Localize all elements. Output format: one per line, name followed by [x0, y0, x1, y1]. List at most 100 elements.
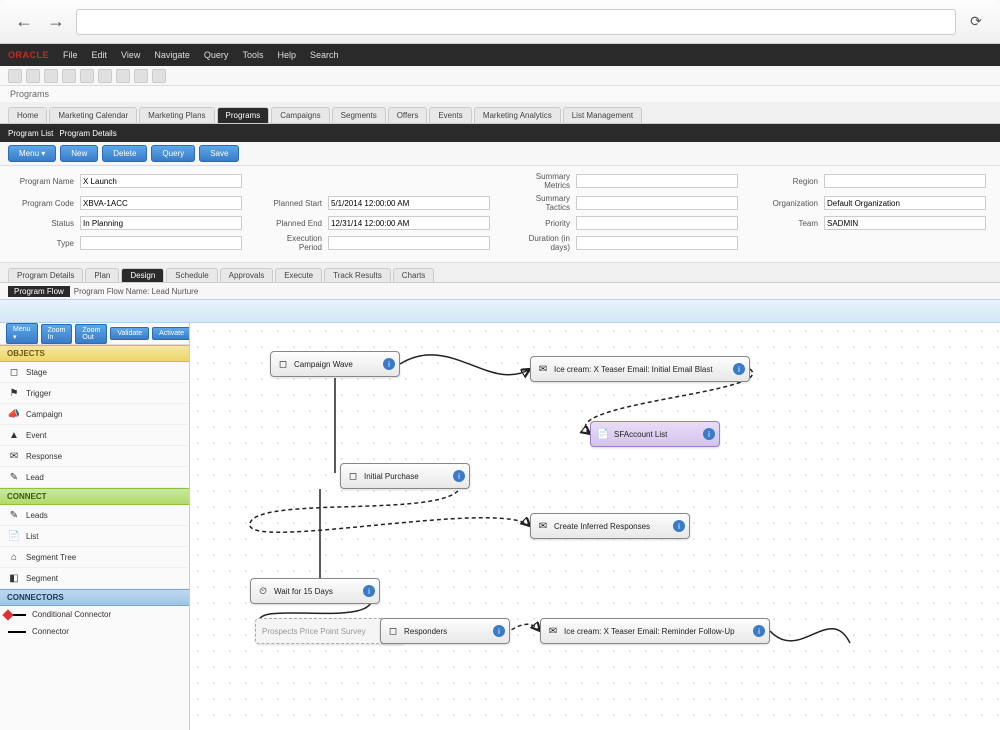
tab-events[interactable]: Events — [429, 107, 471, 123]
menu-edit[interactable]: Edit — [92, 50, 108, 60]
organization-field[interactable] — [824, 196, 986, 210]
validate-button[interactable]: Validate — [110, 327, 149, 340]
info-icon[interactable]: i — [493, 625, 505, 637]
palette-header-connectors[interactable]: CONNECTORS — [0, 589, 189, 606]
menu-view[interactable]: View — [121, 50, 140, 60]
zoom-in-button[interactable]: Zoom In — [41, 324, 73, 344]
breadcrumb-item[interactable]: Program List — [8, 129, 53, 138]
palette-item-event[interactable]: ▲Event — [0, 425, 189, 446]
menu-search[interactable]: Search — [310, 50, 339, 60]
zoom-out-button[interactable]: Zoom Out — [75, 324, 107, 344]
toolbar-icon[interactable] — [44, 69, 58, 83]
url-input[interactable] — [76, 9, 956, 35]
delete-button[interactable]: Delete — [102, 145, 147, 162]
toolbar-icon[interactable] — [152, 69, 166, 83]
legend-conditional-connector[interactable]: Conditional Connector — [0, 606, 189, 623]
palette-item-segment-tree[interactable]: ⌂Segment Tree — [0, 547, 189, 568]
forward-button[interactable]: → — [44, 10, 68, 34]
subtab-program-details[interactable]: Program Details — [8, 268, 83, 282]
connector-icon — [8, 631, 26, 633]
flow-node[interactable]: ◻Respondersi — [380, 618, 510, 644]
menu-file[interactable]: File — [63, 50, 78, 60]
subtab-charts[interactable]: Charts — [393, 268, 435, 282]
info-icon[interactable]: i — [703, 428, 715, 440]
palette-item-segment[interactable]: ◧Segment — [0, 568, 189, 589]
menu-navigate[interactable]: Navigate — [154, 50, 190, 60]
program-name-field[interactable] — [80, 174, 242, 188]
flow-node[interactable]: 📄SFAccount Listi — [590, 421, 720, 447]
query-button[interactable]: Query — [151, 145, 195, 162]
activate-button[interactable]: Activate — [152, 327, 190, 340]
form-label: Summary Tactics — [510, 194, 570, 212]
palette-item-stage[interactable]: ◻Stage — [0, 362, 189, 383]
palette-header-connect[interactable]: CONNECT — [0, 488, 189, 505]
subtab-plan[interactable]: Plan — [85, 268, 119, 282]
tab-segments[interactable]: Segments — [332, 107, 386, 123]
save-button[interactable]: Save — [199, 145, 239, 162]
form-label: Region — [758, 177, 818, 186]
program-code-field[interactable] — [80, 196, 242, 210]
subtab-approvals[interactable]: Approvals — [220, 268, 274, 282]
subtab-track-results[interactable]: Track Results — [324, 268, 391, 282]
toolbar-icon[interactable] — [98, 69, 112, 83]
tab-home[interactable]: Home — [8, 107, 47, 123]
toolbar-icon[interactable] — [8, 69, 22, 83]
palette-item-campaign[interactable]: 📣Campaign — [0, 404, 189, 425]
info-icon[interactable]: i — [753, 625, 765, 637]
toolbar-icon[interactable] — [26, 69, 40, 83]
event-icon: ▲ — [8, 429, 20, 441]
planned-end-field[interactable] — [328, 216, 490, 230]
palette-item-lead[interactable]: ✎Lead — [0, 467, 189, 488]
tab-campaigns[interactable]: Campaigns — [271, 107, 329, 123]
flow-node[interactable]: ✉Create Inferred Responsesi — [530, 513, 690, 539]
toolbar-icon[interactable] — [62, 69, 76, 83]
duration-field[interactable] — [576, 236, 738, 250]
palette-item-list[interactable]: 📄List — [0, 526, 189, 547]
palette-header-objects[interactable]: OBJECTS — [0, 345, 189, 362]
menu-query[interactable]: Query — [204, 50, 229, 60]
tab-marketing-analytics[interactable]: Marketing Analytics — [474, 107, 561, 123]
palette-item-trigger[interactable]: ⚑Trigger — [0, 383, 189, 404]
palette-item-response[interactable]: ✉Response — [0, 446, 189, 467]
execution-period-field[interactable] — [328, 236, 490, 250]
toolbar-icon[interactable] — [80, 69, 94, 83]
planned-start-field[interactable] — [328, 196, 490, 210]
menu-button[interactable]: Menu ▾ — [8, 145, 56, 162]
region-field[interactable] — [824, 174, 986, 188]
tab-marketing-calendar[interactable]: Marketing Calendar — [49, 107, 137, 123]
flow-node[interactable]: ◻Campaign Wavei — [270, 351, 400, 377]
palette-item-leads[interactable]: ✎Leads — [0, 505, 189, 526]
back-button[interactable]: ← — [12, 10, 36, 34]
info-icon[interactable]: i — [363, 585, 375, 597]
summary-tactics-field[interactable] — [576, 196, 738, 210]
menu-help[interactable]: Help — [277, 50, 296, 60]
new-button[interactable]: New — [60, 145, 98, 162]
info-icon[interactable]: i — [673, 520, 685, 532]
flow-canvas[interactable]: ◻Campaign Wavei ✉Ice cream: X Teaser Emai… — [190, 323, 1000, 730]
flow-node[interactable]: ◻Initial Purchasei — [340, 463, 470, 489]
flow-node[interactable]: ⏲Wait for 15 Daysi — [250, 578, 380, 604]
tab-list-management[interactable]: List Management — [563, 107, 642, 123]
toolbar-icon[interactable] — [116, 69, 130, 83]
reload-button[interactable]: ⟳ — [964, 10, 988, 34]
subtab-execute[interactable]: Execute — [275, 268, 322, 282]
priority-field[interactable] — [576, 216, 738, 230]
type-field[interactable] — [80, 236, 242, 250]
tab-offers[interactable]: Offers — [388, 107, 428, 123]
toolbar-icon[interactable] — [134, 69, 148, 83]
info-icon[interactable]: i — [733, 363, 745, 375]
legend-connector[interactable]: Connector — [0, 623, 189, 640]
subtab-design[interactable]: Design — [121, 268, 164, 282]
subtab-schedule[interactable]: Schedule — [166, 268, 217, 282]
palette-menu-button[interactable]: Menu ▾ — [6, 323, 38, 344]
menu-tools[interactable]: Tools — [242, 50, 263, 60]
flow-node[interactable]: ✉Ice cream: X Teaser Email: Reminder Fol… — [540, 618, 770, 644]
info-icon[interactable]: i — [383, 358, 395, 370]
summary-metrics-field[interactable] — [576, 174, 738, 188]
info-icon[interactable]: i — [453, 470, 465, 482]
tab-marketing-plans[interactable]: Marketing Plans — [139, 107, 214, 123]
flow-node[interactable]: ✉Ice cream: X Teaser Email: Initial Emai… — [530, 356, 750, 382]
tab-programs[interactable]: Programs — [217, 107, 270, 123]
status-field[interactable] — [80, 216, 242, 230]
team-field[interactable] — [824, 216, 986, 230]
